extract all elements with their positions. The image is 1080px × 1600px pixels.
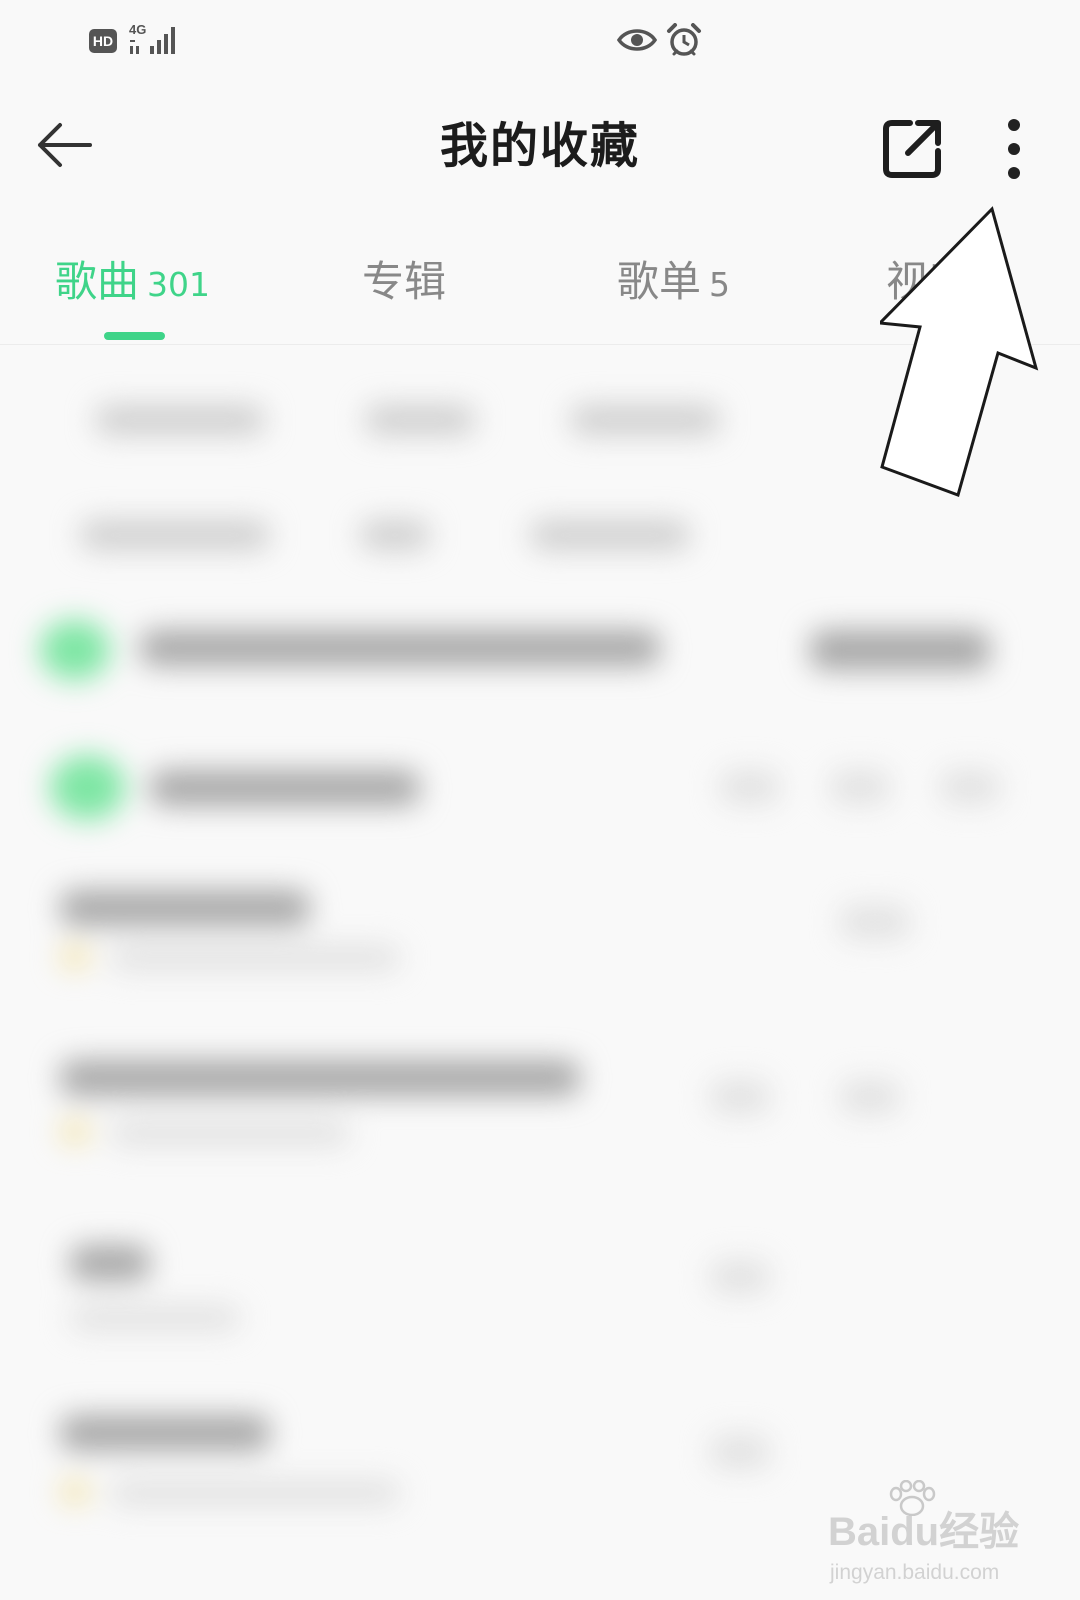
title-bar: 我的收藏 xyxy=(0,100,1080,204)
watermark-brand: Baidu经验 xyxy=(828,1510,1020,1554)
tab-albums[interactable]: 专辑 xyxy=(362,252,446,322)
tab-albums-label: 专辑 xyxy=(362,257,447,306)
more-vertical-icon[interactable] xyxy=(992,114,1036,190)
tab-songs-count: 301 xyxy=(147,265,211,304)
share-icon[interactable] xyxy=(878,115,946,183)
tab-songs-label: 歌曲 xyxy=(55,257,140,306)
status-bar: HD 4G xyxy=(0,0,1080,80)
tab-playlists-count: 5 xyxy=(709,265,731,304)
signal-icon xyxy=(130,27,175,54)
blurred-song-list xyxy=(0,345,1080,1600)
page-title: 我的收藏 xyxy=(439,118,640,174)
hd-badge: HD xyxy=(89,29,117,53)
back-arrow-icon[interactable] xyxy=(30,110,100,180)
screen: HD 4G 我的收藏 歌曲 301 专辑 歌单 5 Baidu经验 jingya… xyxy=(0,0,1080,1600)
tab-playlists[interactable]: 歌单 5 xyxy=(617,252,730,322)
alarm-icon xyxy=(667,23,701,56)
watermark-url: jingyan.baidu.com xyxy=(830,1561,1000,1584)
annotation-arrow xyxy=(880,206,1039,497)
tab-playlists-label: 歌单 xyxy=(617,257,702,306)
tab-songs[interactable]: 歌曲 301 xyxy=(55,252,210,322)
baidu-watermark: Baidu经验 jingyan.baidu.com xyxy=(820,1480,1060,1590)
tab-active-indicator xyxy=(104,332,165,340)
eye-icon xyxy=(617,29,657,51)
